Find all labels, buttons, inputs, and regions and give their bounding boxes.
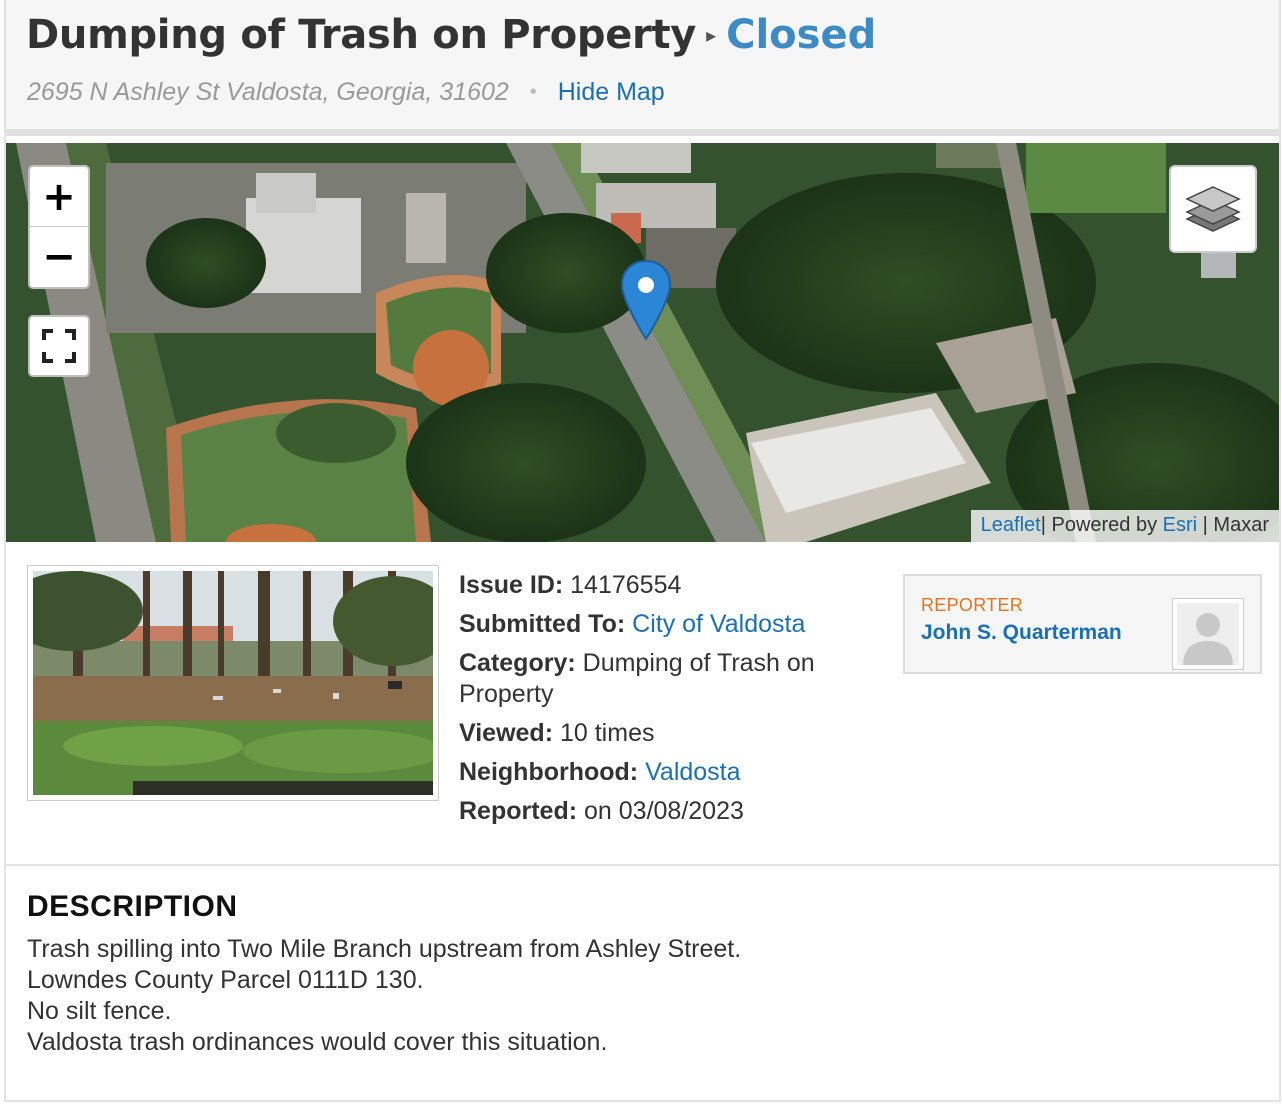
map-marker[interactable] bbox=[620, 259, 672, 348]
viewed-value: 10 times bbox=[559, 719, 655, 747]
description-text: Trash spilling into Two Mile Branch upst… bbox=[27, 934, 741, 1058]
reporter-name-link[interactable]: John S. Quarterman bbox=[921, 621, 1122, 645]
issue-id-label: Issue ID: bbox=[459, 571, 564, 599]
submitted-to-row: Submitted To: City of Valdosta bbox=[459, 609, 889, 640]
neighborhood-label: Neighborhood: bbox=[459, 758, 639, 786]
user-placeholder-icon bbox=[1177, 603, 1239, 665]
reported-label: Reported: bbox=[459, 797, 578, 825]
fullscreen-icon bbox=[42, 329, 76, 363]
viewed-label: Viewed: bbox=[459, 719, 554, 747]
description-line: Lowndes County Parcel 0111D 130. bbox=[27, 966, 424, 994]
category-label: Category: bbox=[459, 649, 576, 677]
map-attribution: Leaflet| Powered by Esri | Maxar bbox=[970, 510, 1279, 542]
zoom-in-button[interactable]: + bbox=[30, 167, 88, 227]
issue-title: Dumping of Trash on Property bbox=[26, 12, 697, 58]
arrow-right-icon: ▸ bbox=[706, 25, 717, 47]
viewed-row: Viewed: 10 times bbox=[459, 718, 889, 749]
description-line: No silt fence. bbox=[27, 997, 172, 1025]
issue-id-row: Issue ID: 14176554 bbox=[459, 570, 889, 601]
zoom-out-button[interactable]: − bbox=[30, 227, 88, 287]
address-row: 2695 N Ashley St Valdosta, Georgia, 3160… bbox=[27, 78, 665, 107]
separator-dot: • bbox=[529, 81, 537, 103]
description-line: Trash spilling into Two Mile Branch upst… bbox=[27, 935, 742, 963]
neighborhood-link[interactable]: Valdosta bbox=[645, 758, 740, 786]
zoom-control: + − bbox=[28, 165, 90, 289]
reporter-label: REPORTER bbox=[921, 595, 1024, 615]
reporter-card: REPORTER John S. Quarterman bbox=[903, 574, 1262, 674]
issue-details: Issue ID: 14176554 Submitted To: City of… bbox=[459, 570, 889, 835]
section-divider bbox=[6, 864, 1279, 866]
submitted-to-label: Submitted To: bbox=[459, 610, 626, 638]
zoom-out-icon: − bbox=[42, 234, 76, 280]
description-line: Valdosta trash ordinances would cover th… bbox=[27, 1028, 608, 1056]
avatar[interactable] bbox=[1172, 598, 1244, 670]
description-heading: DESCRIPTION bbox=[27, 890, 238, 923]
category-row: Category: Dumping of Trash on Property bbox=[459, 648, 889, 710]
issue-header: Dumping of Trash on Property ▸ Closed 26… bbox=[6, 0, 1279, 136]
attribution-maxar: | Maxar bbox=[1197, 514, 1269, 536]
issue-photo-image bbox=[33, 571, 433, 795]
fullscreen-button[interactable] bbox=[28, 315, 90, 377]
neighborhood-row: Neighborhood: Valdosta bbox=[459, 757, 889, 788]
esri-link[interactable]: Esri bbox=[1163, 514, 1197, 536]
trash-site-photo bbox=[33, 571, 433, 795]
title-row: Dumping of Trash on Property ▸ Closed bbox=[26, 12, 876, 58]
leaflet-link[interactable]: Leaflet bbox=[981, 514, 1041, 536]
map-view[interactable]: + − Leaflet| Powered by Esri | Maxar bbox=[6, 143, 1279, 542]
layers-button[interactable] bbox=[1169, 165, 1257, 253]
submitted-to-link[interactable]: City of Valdosta bbox=[632, 610, 805, 638]
issue-id-value: 14176554 bbox=[570, 571, 682, 599]
status-badge: Closed bbox=[726, 12, 877, 58]
zoom-in-icon: + bbox=[42, 173, 76, 220]
issue-page: Dumping of Trash on Property ▸ Closed 26… bbox=[4, 0, 1281, 1102]
reported-value: on 03/08/2023 bbox=[584, 797, 744, 825]
reported-row: Reported: on 03/08/2023 bbox=[459, 796, 889, 827]
attribution-powered-by: | Powered by bbox=[1040, 514, 1163, 536]
map-marker-icon bbox=[620, 259, 672, 341]
issue-address: 2695 N Ashley St Valdosta, Georgia, 3160… bbox=[27, 78, 509, 106]
layers-icon bbox=[1185, 186, 1241, 232]
issue-photo[interactable] bbox=[27, 565, 439, 801]
hide-map-link[interactable]: Hide Map bbox=[558, 78, 665, 106]
